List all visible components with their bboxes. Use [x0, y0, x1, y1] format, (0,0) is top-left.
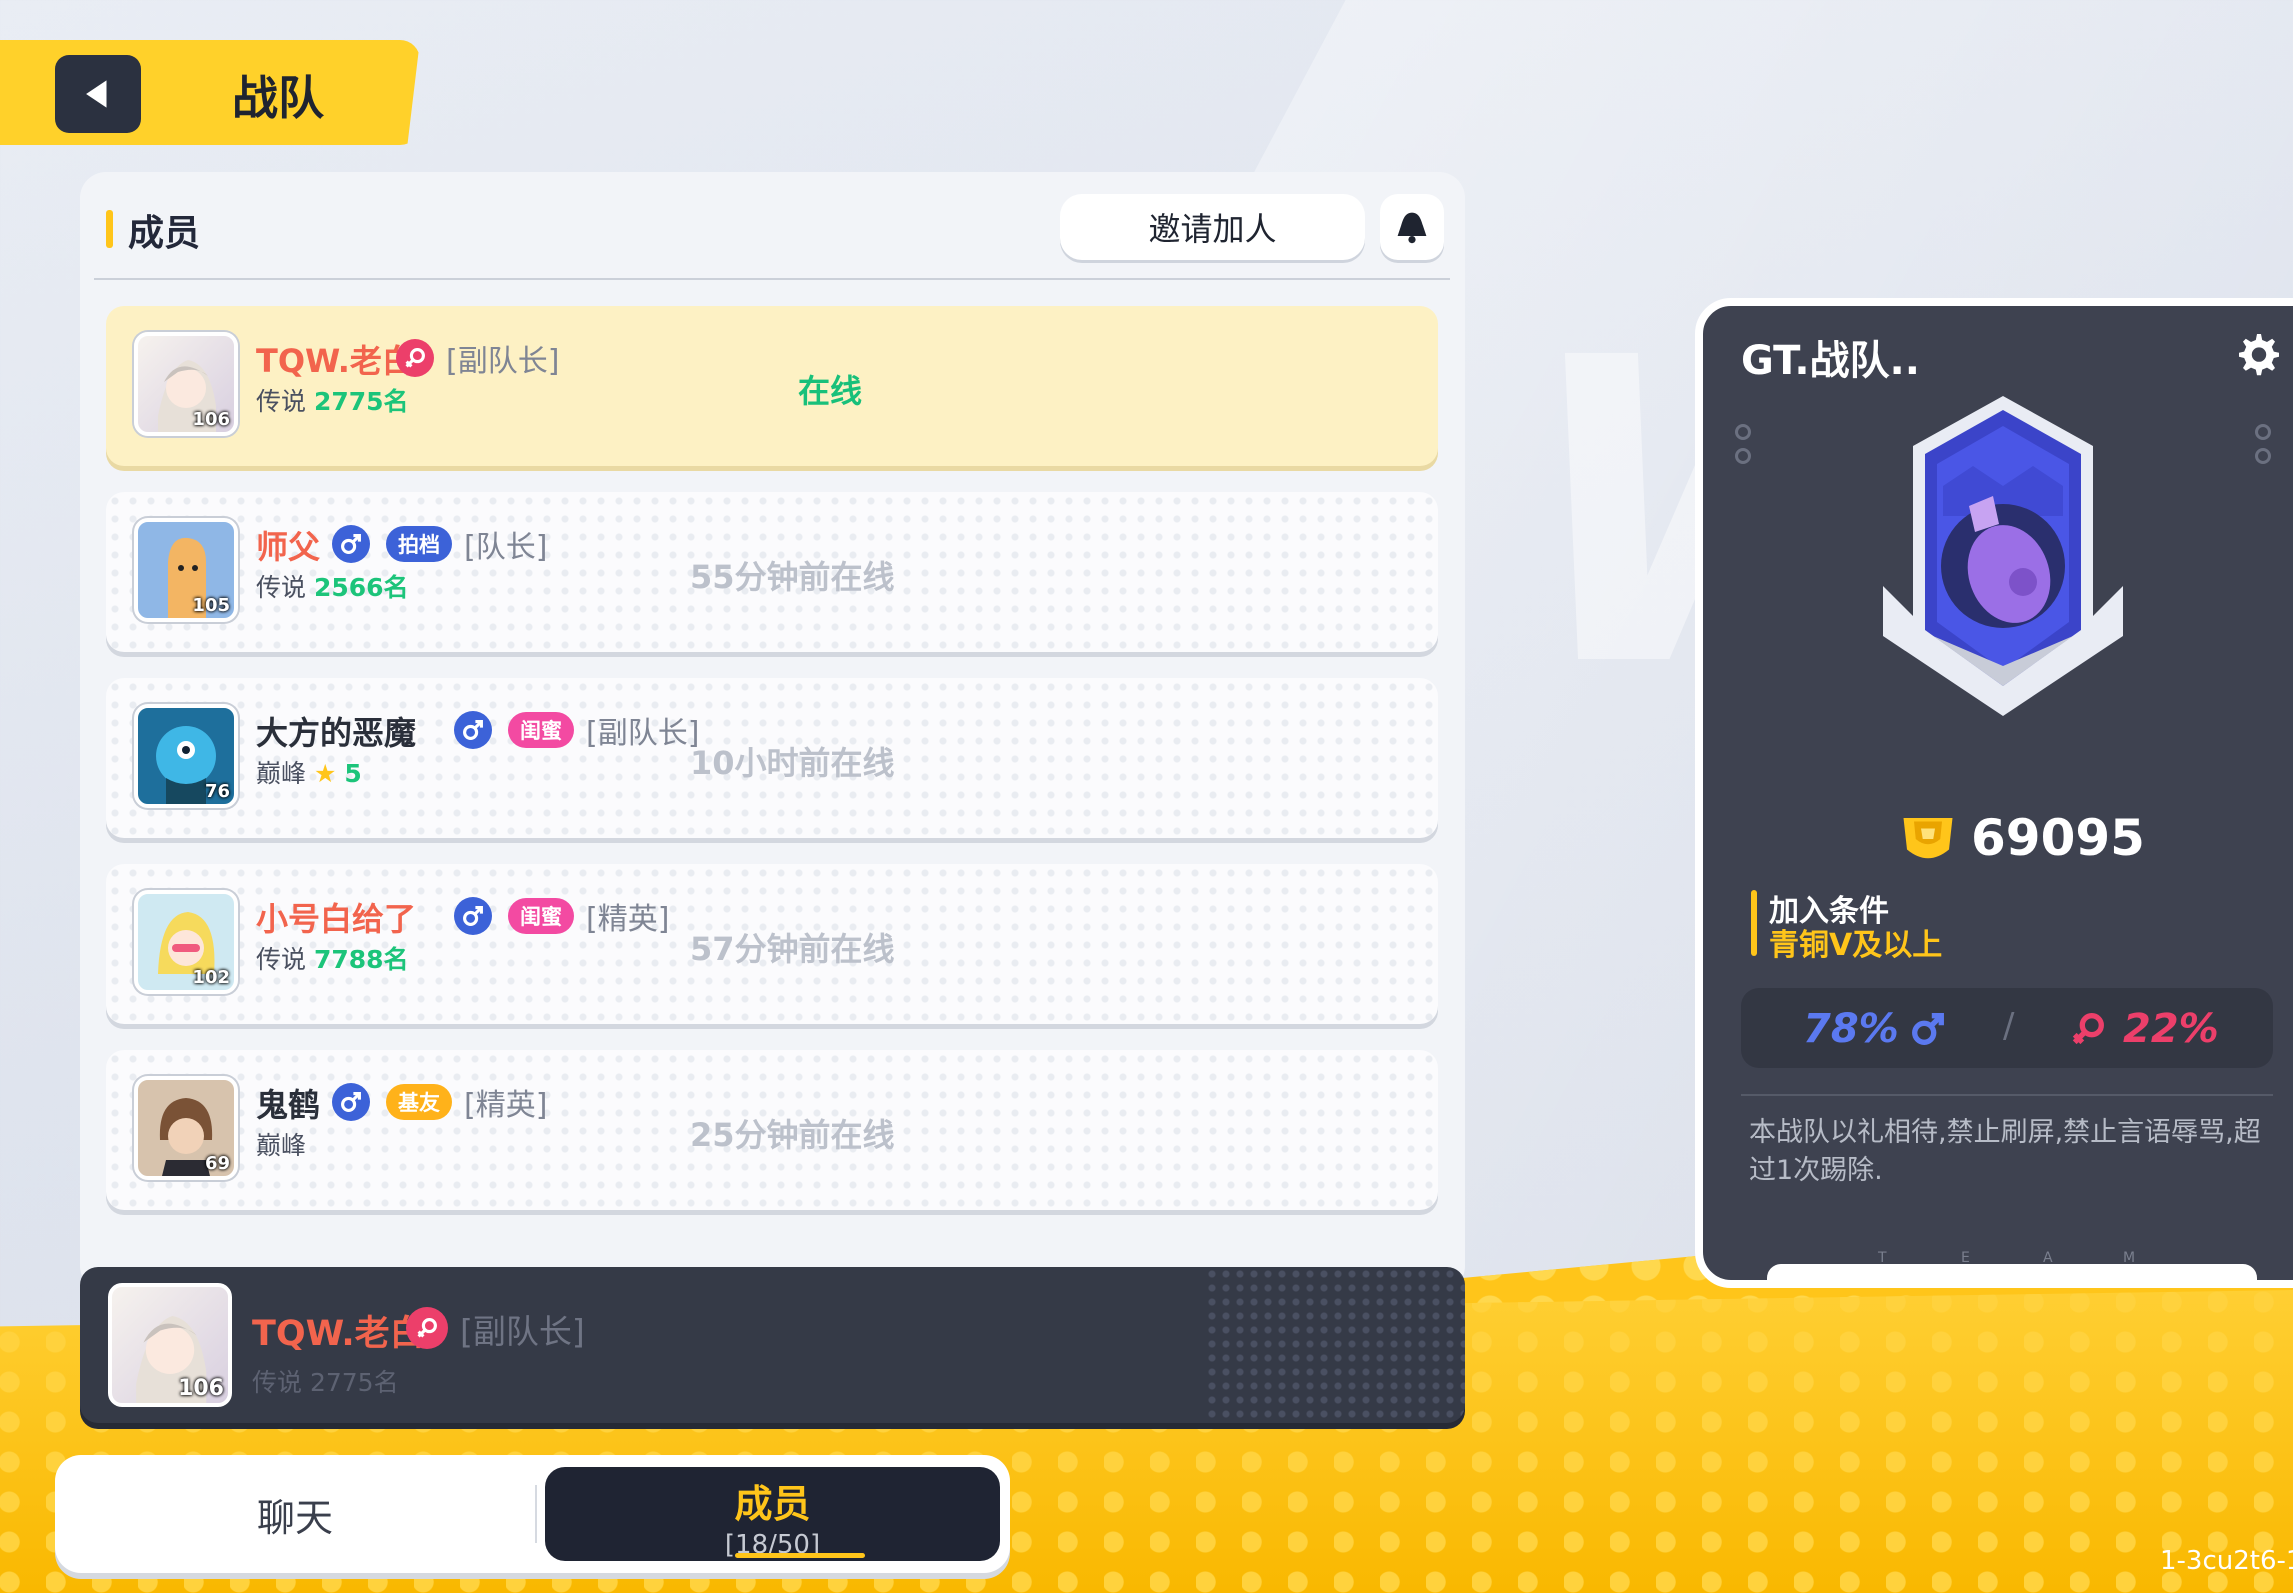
divider	[94, 278, 1450, 280]
member-role: [副队长]	[446, 344, 560, 379]
avatar: 69	[134, 1076, 238, 1180]
star-icon: ★	[313, 759, 337, 788]
male-icon	[1912, 1013, 1944, 1045]
online-status: 在线	[798, 372, 863, 410]
member-role: [精英]	[464, 1088, 548, 1123]
gear-icon[interactable]	[2233, 330, 2281, 378]
join-condition-value: 青铜V及以上	[1769, 928, 1943, 963]
members-title: 成员	[128, 213, 201, 254]
relation-tag: 基友	[386, 1084, 452, 1120]
member-name: 小号白给了	[256, 900, 417, 938]
member-rank: 传说 7788名	[256, 945, 409, 974]
tab-members[interactable]: 成员 [18/50]	[545, 1467, 1000, 1561]
members-panel: 成员 邀请加人 106 TQW.老白 [副队长] 传说 2775名 在线 105…	[80, 172, 1465, 1292]
member-role: [精英]	[586, 902, 670, 937]
member-rank: 巅峰 ★ 5	[256, 759, 362, 788]
footer-letter: E	[1961, 1250, 1970, 1266]
level-badge: 106	[178, 1376, 224, 1401]
member-role: [副队长]	[586, 716, 700, 751]
ratio-separator: /	[2003, 1006, 2015, 1046]
section-marker	[106, 210, 113, 248]
footer-letter: T	[1878, 1250, 1887, 1266]
card-rivets	[1735, 424, 1753, 472]
section-marker	[1751, 890, 1757, 956]
level-badge: 69	[204, 1153, 230, 1174]
bottom-tabs: 聊天 成员 [18/50]	[55, 1455, 1010, 1573]
bell-icon	[1397, 212, 1427, 244]
card-rivets	[2255, 424, 2273, 472]
divider	[1741, 1094, 2273, 1096]
team-info-card: GT.战队.. 69095 加入条件 青铜V及以上 78% / 22% 本战队以…	[1695, 298, 2293, 1288]
self-member-bar[interactable]: 106 TQW.老白 [副队长] 传说 2775名	[80, 1267, 1465, 1423]
female-percentage: 22%	[2123, 1006, 2219, 1052]
male-percentage: 78%	[1803, 1006, 1899, 1052]
member-role: [队长]	[464, 530, 548, 565]
last-online-status: 25分钟前在线	[690, 1116, 895, 1154]
avatar: 102	[134, 890, 238, 994]
tab-divider	[535, 1485, 537, 1543]
avatar: 106	[134, 332, 238, 436]
gender-ratio: 78% / 22%	[1741, 988, 2273, 1068]
level-badge: 76	[204, 781, 230, 802]
female-icon	[2072, 1013, 2104, 1045]
active-tab-indicator	[735, 1553, 865, 1558]
member-row[interactable]: 76 大方的恶魔 闺蜜 [副队长] 巅峰 ★ 5 10小时前在线	[106, 678, 1438, 838]
level-badge: 102	[192, 967, 230, 988]
card-footer: T E A M	[1703, 1240, 2293, 1280]
footer-letter: M	[2123, 1250, 2136, 1266]
relation-tag: 闺蜜	[508, 712, 574, 748]
member-row[interactable]: 105 师父 拍档 [队长] 传说 2566名 55分钟前在线	[106, 492, 1438, 652]
footer-plate	[1767, 1264, 2257, 1280]
tab-members-label: 成员	[734, 1482, 811, 1526]
team-name: GT.战队..	[1741, 338, 1920, 384]
male-icon	[454, 897, 492, 935]
version-label: 1-3cu2t6-1	[2160, 1546, 2293, 1576]
team-score: 69095	[1971, 809, 2145, 867]
member-rank: 传说 2566名	[256, 573, 409, 602]
member-name: 大方的恶魔	[256, 714, 417, 752]
last-online-status: 57分钟前在线	[690, 930, 895, 968]
footer-letter: A	[2043, 1250, 2053, 1266]
level-badge: 106	[192, 409, 230, 430]
female-icon	[406, 1307, 448, 1349]
self-rank: 传说 2775名	[252, 1368, 399, 1397]
page-title: 战队	[232, 71, 324, 125]
level-badge: 105	[192, 595, 230, 616]
member-name: TQW.老白	[256, 342, 414, 380]
member-row[interactable]: 102 小号白给了 闺蜜 [精英] 传说 7788名 57分钟前在线	[106, 864, 1438, 1024]
back-button[interactable]	[55, 55, 141, 133]
last-online-status: 55分钟前在线	[690, 558, 895, 596]
relation-tag: 拍档	[386, 526, 452, 562]
member-rank: 巅峰	[256, 1131, 307, 1160]
notification-button[interactable]	[1380, 194, 1444, 260]
member-rank: 传说 2775名	[256, 387, 409, 416]
male-icon	[454, 711, 492, 749]
female-icon	[396, 339, 434, 377]
self-name: TQW.老白	[252, 1314, 425, 1354]
tab-chat[interactable]: 聊天	[55, 1455, 535, 1573]
avatar: 105	[134, 518, 238, 622]
back-arrow-icon	[86, 80, 107, 108]
self-role: [副队长]	[460, 1312, 585, 1351]
invite-button[interactable]: 邀请加人	[1060, 194, 1365, 260]
team-description: 本战队以礼相待,禁止刷屏,禁止言语辱骂,超过1次踢除.	[1749, 1117, 2261, 1186]
team-emblem	[1883, 396, 2123, 716]
trophy-icon	[1903, 818, 1953, 859]
member-row[interactable]: 106 TQW.老白 [副队长] 传说 2775名 在线	[106, 306, 1438, 466]
last-online-status: 10小时前在线	[690, 744, 895, 782]
avatar: 106	[108, 1283, 232, 1407]
member-row[interactable]: 69 鬼鹤 基友 [精英] 巅峰 25分钟前在线	[106, 1050, 1438, 1210]
male-icon	[332, 525, 370, 563]
relation-tag: 闺蜜	[508, 898, 574, 934]
member-name: 鬼鹤	[256, 1086, 321, 1124]
member-name: 师父	[256, 528, 321, 566]
avatar: 76	[134, 704, 238, 808]
male-icon	[332, 1083, 370, 1121]
